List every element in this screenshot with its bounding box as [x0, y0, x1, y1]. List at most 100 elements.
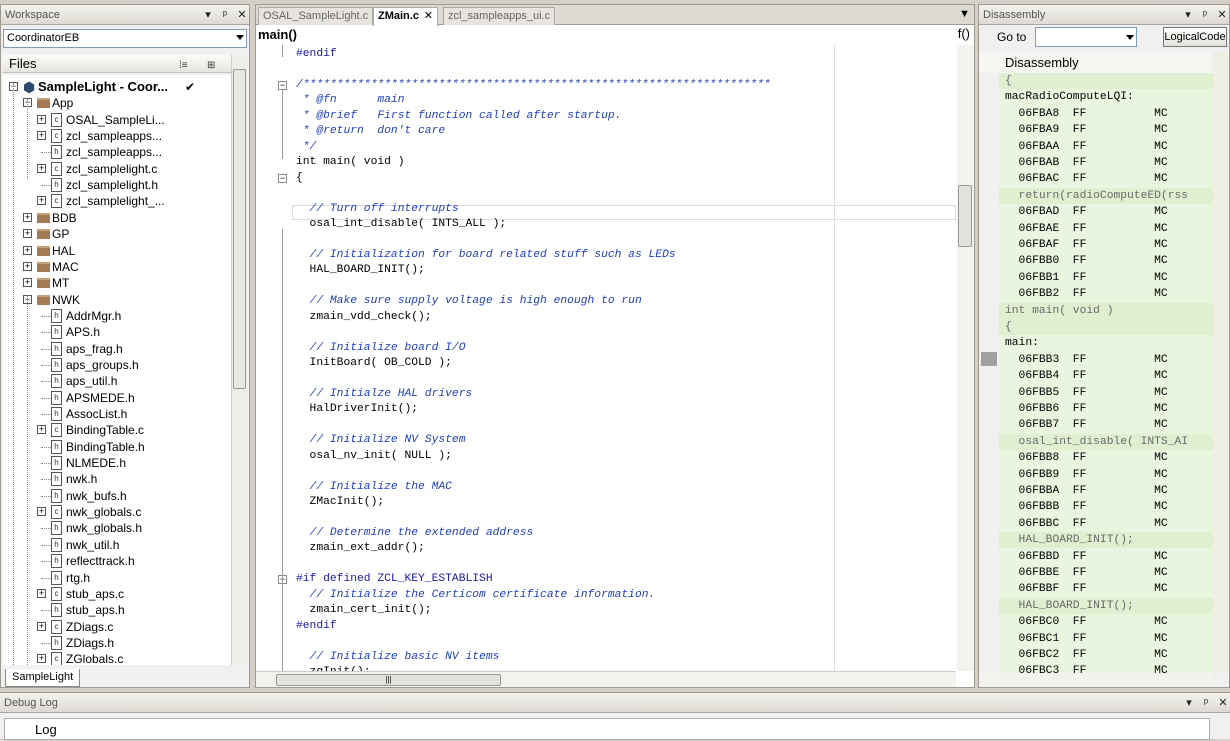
tree-item[interactable]: h ZDiags.h [3, 635, 231, 651]
folder-icon [37, 229, 50, 239]
code-line: // Initialze HAL drivers [296, 388, 473, 400]
tree-item[interactable]: − NWK [3, 292, 231, 308]
tree-item[interactable]: + c OSAL_SampleLi... [3, 112, 231, 128]
expand-icon[interactable]: + [23, 262, 32, 271]
tree-item[interactable]: + c stub_aps.c [3, 586, 231, 602]
tree-connector [41, 561, 51, 562]
tree-item[interactable]: + c zcl_samplelight.c [3, 161, 231, 177]
tab-osal-samplelight[interactable]: OSAL_SampleLight.c [258, 7, 374, 25]
workspace-scrollbar[interactable] [231, 55, 247, 665]
code-line: ZMacInit(); [296, 496, 385, 508]
tree-item[interactable]: + c nwk_globals.c [3, 504, 231, 520]
expand-icon[interactable]: + [37, 196, 46, 205]
tree-item[interactable]: h BindingTable.h [3, 439, 231, 455]
expand-icon[interactable]: + [23, 229, 32, 238]
tab-zcl-sampleapps-ui[interactable]: zcl_sampleapps_ui.c [443, 7, 556, 25]
disassembly-vertical-scrollbar[interactable] [1213, 53, 1229, 673]
tree-item[interactable]: h nwk_util.h [3, 537, 231, 553]
disassembly-line: 06FBB9 FF MC [1005, 469, 1168, 481]
expand-icon[interactable]: + [23, 213, 32, 222]
tree-item[interactable]: h zcl_sampleapps... [3, 144, 231, 160]
pin-icon[interactable]: ᵖ [220, 5, 230, 25]
dropdown-icon[interactable]: ▾ [203, 5, 213, 25]
tree-item[interactable]: h aps_frag.h [3, 341, 231, 357]
tree-item[interactable]: h APS.h [3, 324, 231, 340]
code-area[interactable]: − − − #endif /*****************************… [256, 45, 956, 671]
dropdown-icon[interactable]: ▾ [1184, 693, 1194, 713]
tree-item[interactable]: + c ZDiags.c [3, 619, 231, 635]
tree-item[interactable]: + c zcl_sampleapps... [3, 128, 231, 144]
pin-icon[interactable]: ᵖ [1200, 5, 1210, 25]
scroll-thumb[interactable]: ||| [276, 674, 501, 686]
tree-connector [41, 643, 51, 644]
configuration-select[interactable]: CoordinatorEB [3, 29, 247, 48]
tree-item[interactable]: h APSMEDE.h [3, 390, 231, 406]
fold-collapse-icon[interactable]: − [278, 174, 287, 183]
expand-icon[interactable]: + [37, 164, 46, 173]
tree-item[interactable]: h NLMEDE.h [3, 455, 231, 471]
tree-item[interactable]: h AssocList.h [3, 406, 231, 422]
tree-item[interactable]: h zcl_samplelight.h [3, 177, 231, 193]
tree-item[interactable]: + MAC [3, 259, 231, 275]
c-file-icon: c [51, 423, 62, 437]
files-column-header[interactable]: Files ⁞≡ ⊞ [3, 55, 231, 73]
tree-view-icon[interactable]: ⊞ [207, 57, 215, 75]
editor-vertical-scrollbar[interactable] [957, 45, 974, 671]
disassembly-horizontal-scrollbar[interactable] [979, 673, 1213, 687]
tree-item[interactable]: − ⬢ SampleLight - Coor... ✔ [3, 79, 231, 95]
expand-icon[interactable]: + [37, 589, 46, 598]
code-line: osal_int_disable( INTS_ALL ); [296, 218, 507, 230]
tree-item[interactable]: h nwk.h [3, 471, 231, 487]
close-icon[interactable]: ✕ [1218, 693, 1228, 713]
tree-item[interactable]: h rtg.h [3, 570, 231, 586]
expand-icon[interactable]: + [37, 507, 46, 516]
close-icon[interactable]: ✕ [237, 5, 247, 25]
chevron-down-icon[interactable] [1126, 35, 1134, 40]
tree-item[interactable]: h nwk_globals.h [3, 520, 231, 536]
expand-icon[interactable]: + [37, 115, 46, 124]
tree-item[interactable]: h aps_util.h [3, 373, 231, 389]
expand-icon[interactable]: + [37, 425, 46, 434]
disassembly-listing[interactable]: {macRadioComputeLQI: 06FBA8 FF MC 06FBA9… [999, 73, 1213, 673]
logical-code-button[interactable]: LogicalCode [1163, 27, 1227, 47]
tree-item[interactable]: + c zcl_samplelight_... [3, 193, 231, 209]
options-icon[interactable]: ⁞≡ [179, 57, 188, 75]
expand-icon[interactable]: + [23, 278, 32, 287]
scroll-thumb[interactable] [958, 185, 972, 247]
tree-item[interactable]: + GP [3, 226, 231, 242]
chevron-down-icon[interactable]: ▼ [959, 8, 970, 20]
disassembly-line: 06FBB3 FF MC [1005, 354, 1168, 366]
close-icon[interactable]: ✕ [424, 8, 433, 24]
dropdown-icon[interactable]: ▾ [1183, 5, 1193, 25]
scroll-thumb[interactable] [233, 69, 246, 389]
tree-connector [41, 349, 51, 350]
close-icon[interactable]: ✕ [1217, 5, 1227, 25]
editor-horizontal-scrollbar[interactable]: ||| [256, 671, 956, 687]
disassembly-line: 06FBB0 FF MC [1005, 255, 1168, 267]
expand-icon[interactable]: + [37, 654, 46, 663]
tree-item[interactable]: h stub_aps.h [3, 602, 231, 618]
code-line: #if defined ZCL_KEY_ESTABLISH [296, 573, 493, 585]
code-line: // Initialize NV System [296, 434, 466, 446]
tree-item[interactable]: + c ZGlobals.c [3, 651, 231, 665]
function-navigator[interactable]: main() [258, 26, 297, 44]
tab-samplelight[interactable]: SampleLight [5, 669, 81, 687]
tree-item[interactable]: + BDB [3, 210, 231, 226]
expand-icon[interactable]: + [37, 622, 46, 631]
pin-icon[interactable]: ᵖ [1201, 693, 1211, 713]
tree-item[interactable]: + MT [3, 275, 231, 291]
tree-item[interactable]: h nwk_bufs.h [3, 488, 231, 504]
tree-item[interactable]: + HAL [3, 243, 231, 259]
tree-item[interactable]: h aps_groups.h [3, 357, 231, 373]
c-file-icon: c [51, 129, 62, 143]
expand-icon[interactable]: + [37, 131, 46, 140]
tree-item[interactable]: h reflecttrack.h [3, 553, 231, 569]
tree-connector [41, 610, 51, 611]
tree-item[interactable]: − App [3, 95, 231, 111]
function-list-icon[interactable]: f() [958, 26, 970, 41]
expand-icon[interactable]: + [23, 246, 32, 255]
tree-item[interactable]: h AddrMgr.h [3, 308, 231, 324]
goto-input[interactable] [1035, 27, 1137, 47]
tree-item[interactable]: + c BindingTable.c [3, 422, 231, 438]
tab-zmain[interactable]: ZMain.c ✕ [373, 7, 438, 26]
